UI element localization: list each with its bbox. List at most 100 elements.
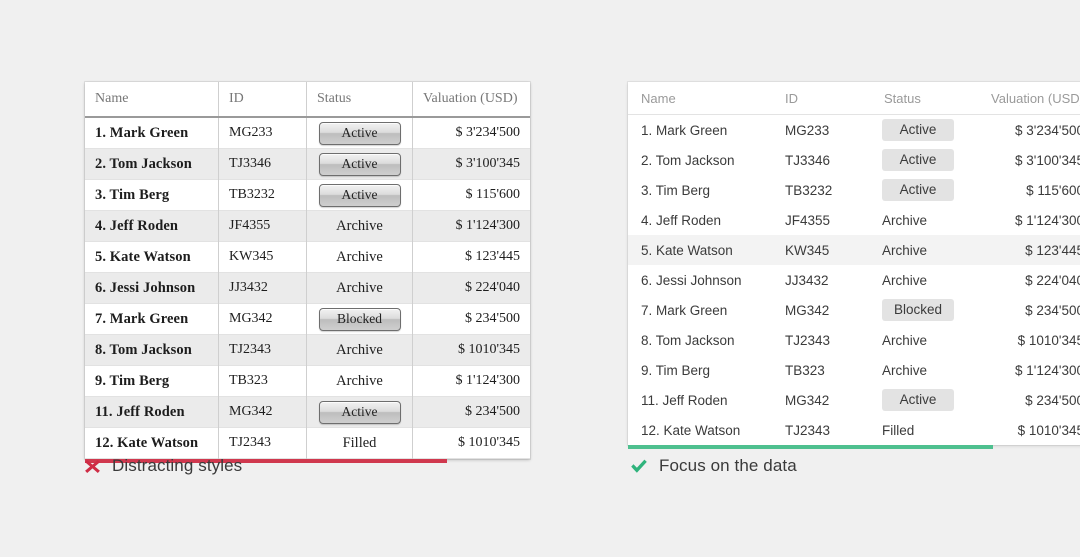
column-header-valuation[interactable]: Valuation (USD) [975,82,1080,115]
table-row[interactable]: 3. Tim Berg TB3232 Active $ 115'600 [85,179,530,211]
table-row[interactable]: 5. Kate Watson KW345 Archive $ 123'445 [85,241,530,273]
cell-status: Active [306,148,413,180]
distracting-styles-panel: Name ID Status Valuation (USD) 1. Mark G… [85,82,530,463]
status-badge[interactable]: Active [882,119,954,141]
cell-name: 8. Tom Jackson [641,332,735,348]
column-header-name[interactable]: Name [628,82,772,115]
table-row[interactable]: 4. Jeff Roden JF4355 Archive $ 1'124'300 [85,210,530,242]
cell-name: 4. Jeff Roden [85,210,219,242]
table-row[interactable]: 3. Tim Berg TB3232 Active $ 115'600 [628,175,1080,205]
cell-valuation: $ 224'040 [1025,272,1080,288]
cell-name: 6. Jessi Johnson [641,272,742,288]
cell-id: TB3232 [218,179,307,211]
cell-status: Filled [871,415,975,445]
cell-valuation: $ 3'100'345 [455,156,520,171]
column-header-name[interactable]: Name [85,82,219,118]
cell-status: Blocked [306,303,413,335]
table-row[interactable]: 4. Jeff Roden JF4355 Archive $ 1'124'300 [628,205,1080,235]
cell-name: 1. Mark Green [641,122,728,138]
cell-id: MG342 [218,303,307,335]
cell-valuation: $ 3'234'500 [1015,122,1080,138]
cell-name: 7. Mark Green [641,302,728,318]
table-row[interactable]: 6. Jessi Johnson JJ3432 Archive $ 224'040 [85,272,530,304]
table-row[interactable]: 11. Jeff Roden MG342 Active $ 234'500 [628,385,1080,415]
cell-name: 8. Tom Jackson [85,334,219,366]
focus-on-data-panel: Name ID Status Valuation (USD) 1. Mark G… [628,82,1080,449]
cell-status: Archive [871,235,975,265]
status-badge[interactable]: Active [318,152,401,176]
table-row[interactable]: 7. Mark Green MG342 Blocked $ 234'500 [628,295,1080,325]
cell-name: 7. Mark Green [85,303,219,335]
status-text: Filled [342,434,377,451]
column-header-status[interactable]: Status [306,82,413,118]
cell-name: 5. Kate Watson [85,241,219,273]
table-row[interactable]: 1. Mark Green MG233 Active $ 3'234'500 [628,114,1080,145]
cell-id: TJ2343 [218,334,307,366]
cell-valuation: $ 123'445 [464,249,520,264]
cell-status: Active [871,145,975,175]
table-row[interactable]: 1. Mark Green MG233 Active $ 3'234'500 [85,117,530,149]
status-badge[interactable]: Active [318,400,401,424]
cell-id: TJ2343 [785,332,831,348]
status-text: Archive [882,362,928,378]
cell-id: MG233 [218,117,307,149]
status-badge[interactable]: Blocked [882,299,954,321]
column-header-id[interactable]: ID [772,82,871,115]
focus-on-data-table: Name ID Status Valuation (USD) 1. Mark G… [628,82,1080,445]
column-header-status[interactable]: Status [871,82,975,115]
cell-status: Archive [306,210,413,242]
table-row[interactable]: 2. Tom Jackson TJ3346 Active $ 3'100'345 [628,145,1080,175]
cell-name: 2. Tom Jackson [641,152,735,168]
cross-mark-icon [84,458,101,475]
cell-status: Archive [871,355,975,385]
status-badge[interactable]: Blocked [318,307,401,331]
cell-status: Archive [306,334,413,366]
cell-id: JJ3432 [218,272,307,304]
status-text: Archive [882,212,928,228]
cell-id: JJ3432 [785,272,829,288]
cell-status: Active [306,179,413,211]
page-root: Name ID Status Valuation (USD) 1. Mark G… [0,0,1080,557]
table-header: Name ID Status Valuation (USD) [85,82,530,118]
cell-status: Active [306,396,413,428]
column-header-valuation[interactable]: Valuation (USD) [412,82,530,118]
cell-name: 12. Kate Watson [85,427,219,459]
cell-id: MG233 [785,122,830,138]
status-badge[interactable]: Active [318,183,401,207]
table-row[interactable]: 8. Tom Jackson TJ2343 Archive $ 1010'345 [628,325,1080,355]
caption-label-bad: Distracting styles [112,456,243,475]
table-row[interactable]: 5. Kate Watson KW345 Archive $ 123'445 [628,235,1080,265]
cell-valuation: $ 234'500 [464,404,520,419]
cell-valuation: $ 3'234'500 [455,125,520,140]
table-row[interactable]: 9. Tim Berg TB323 Archive $ 1'124'300 [628,355,1080,385]
status-badge[interactable]: Active [882,149,954,171]
cell-status: Archive [306,365,413,397]
table-body: 1. Mark Green MG233 Active $ 3'234'500 2. To… [628,114,1080,445]
cell-name: 11. Jeff Roden [85,396,219,428]
cell-id: KW345 [785,242,830,258]
cell-id: TB323 [218,365,307,397]
table-row[interactable]: 2. Tom Jackson TJ3346 Active $ 3'100'345 [85,148,530,180]
status-badge[interactable]: Active [882,179,954,201]
table-row[interactable]: 9. Tim Berg TB323 Archive $ 1'124'300 [85,365,530,397]
status-badge[interactable]: Active [318,121,401,145]
status-badge[interactable]: Active [882,389,954,411]
table-row[interactable]: 11. Jeff Roden MG342 Active $ 234'500 [85,396,530,428]
good-accent-bar [628,445,993,449]
cell-name: 3. Tim Berg [641,182,711,198]
table-row[interactable]: 8. Tom Jackson TJ2343 Archive $ 1010'345 [85,334,530,366]
cell-valuation: $ 234'500 [1025,392,1080,408]
table-row[interactable]: 12. Kate Watson TJ2343 Filled $ 1010'345 [85,427,530,459]
table-row[interactable]: 7. Mark Green MG342 Blocked $ 234'500 [85,303,530,335]
cell-status: Archive [871,265,975,295]
cell-name: 9. Tim Berg [641,362,711,378]
cell-name: 12. Kate Watson [641,422,741,438]
cell-status: Archive [306,272,413,304]
focus-on-data-caption: Focus on the data [630,456,797,476]
status-text: Archive [882,272,928,288]
caption-label-good: Focus on the data [659,456,797,475]
table-row[interactable]: 12. Kate Watson TJ2343 Filled $ 1010'345 [628,415,1080,445]
cell-valuation: $ 1'124'300 [455,373,520,388]
table-row[interactable]: 6. Jessi Johnson JJ3432 Archive $ 224'040 [628,265,1080,295]
column-header-id[interactable]: ID [218,82,307,118]
